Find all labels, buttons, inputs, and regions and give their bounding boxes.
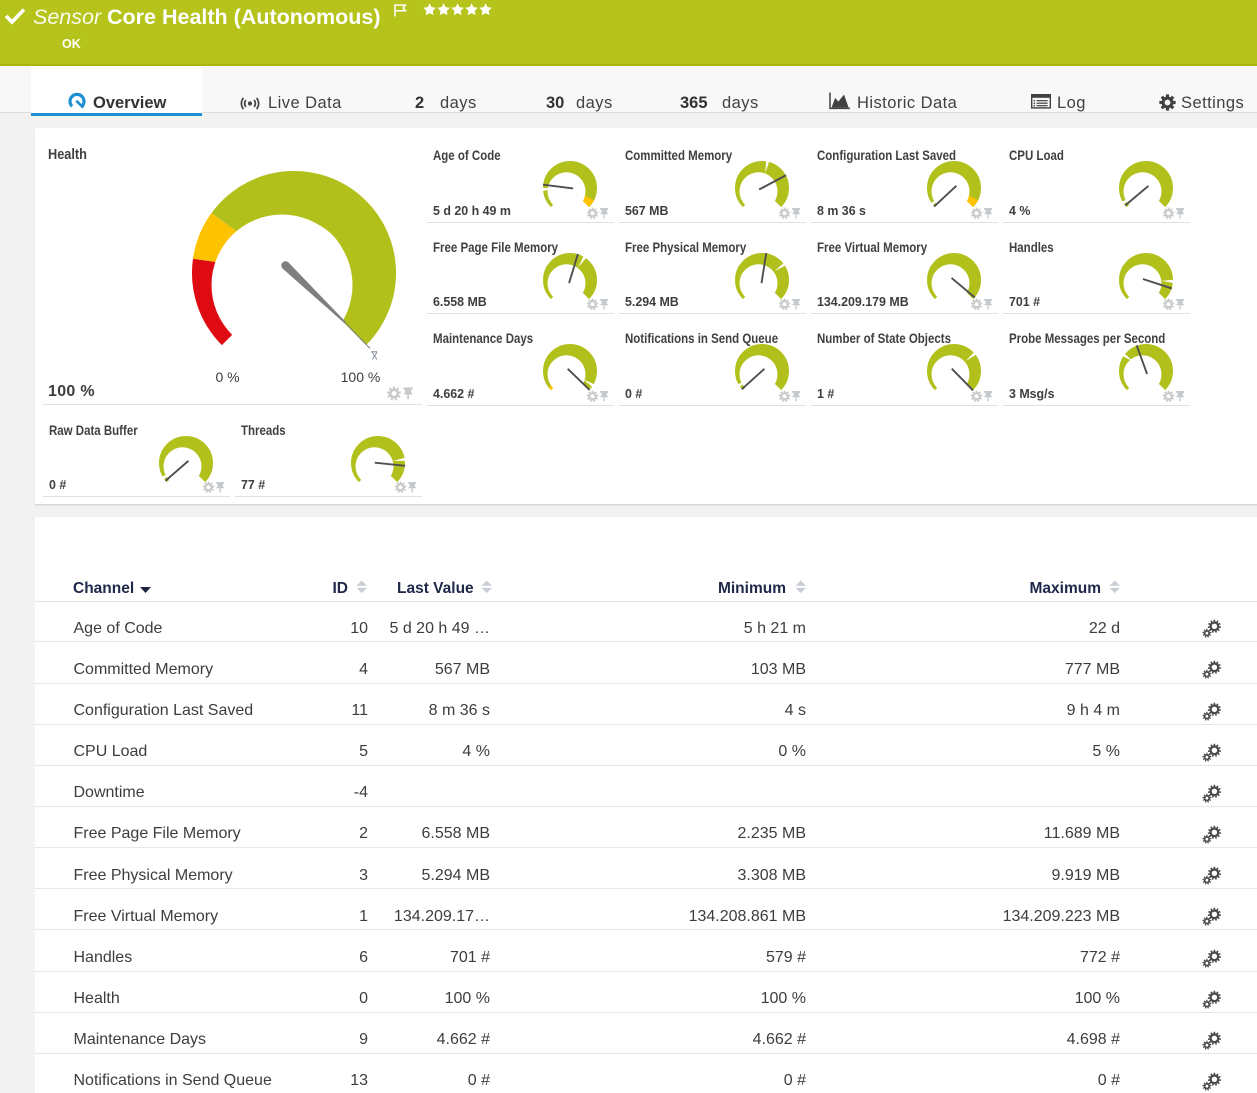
svg-text:x: x <box>372 349 379 363</box>
